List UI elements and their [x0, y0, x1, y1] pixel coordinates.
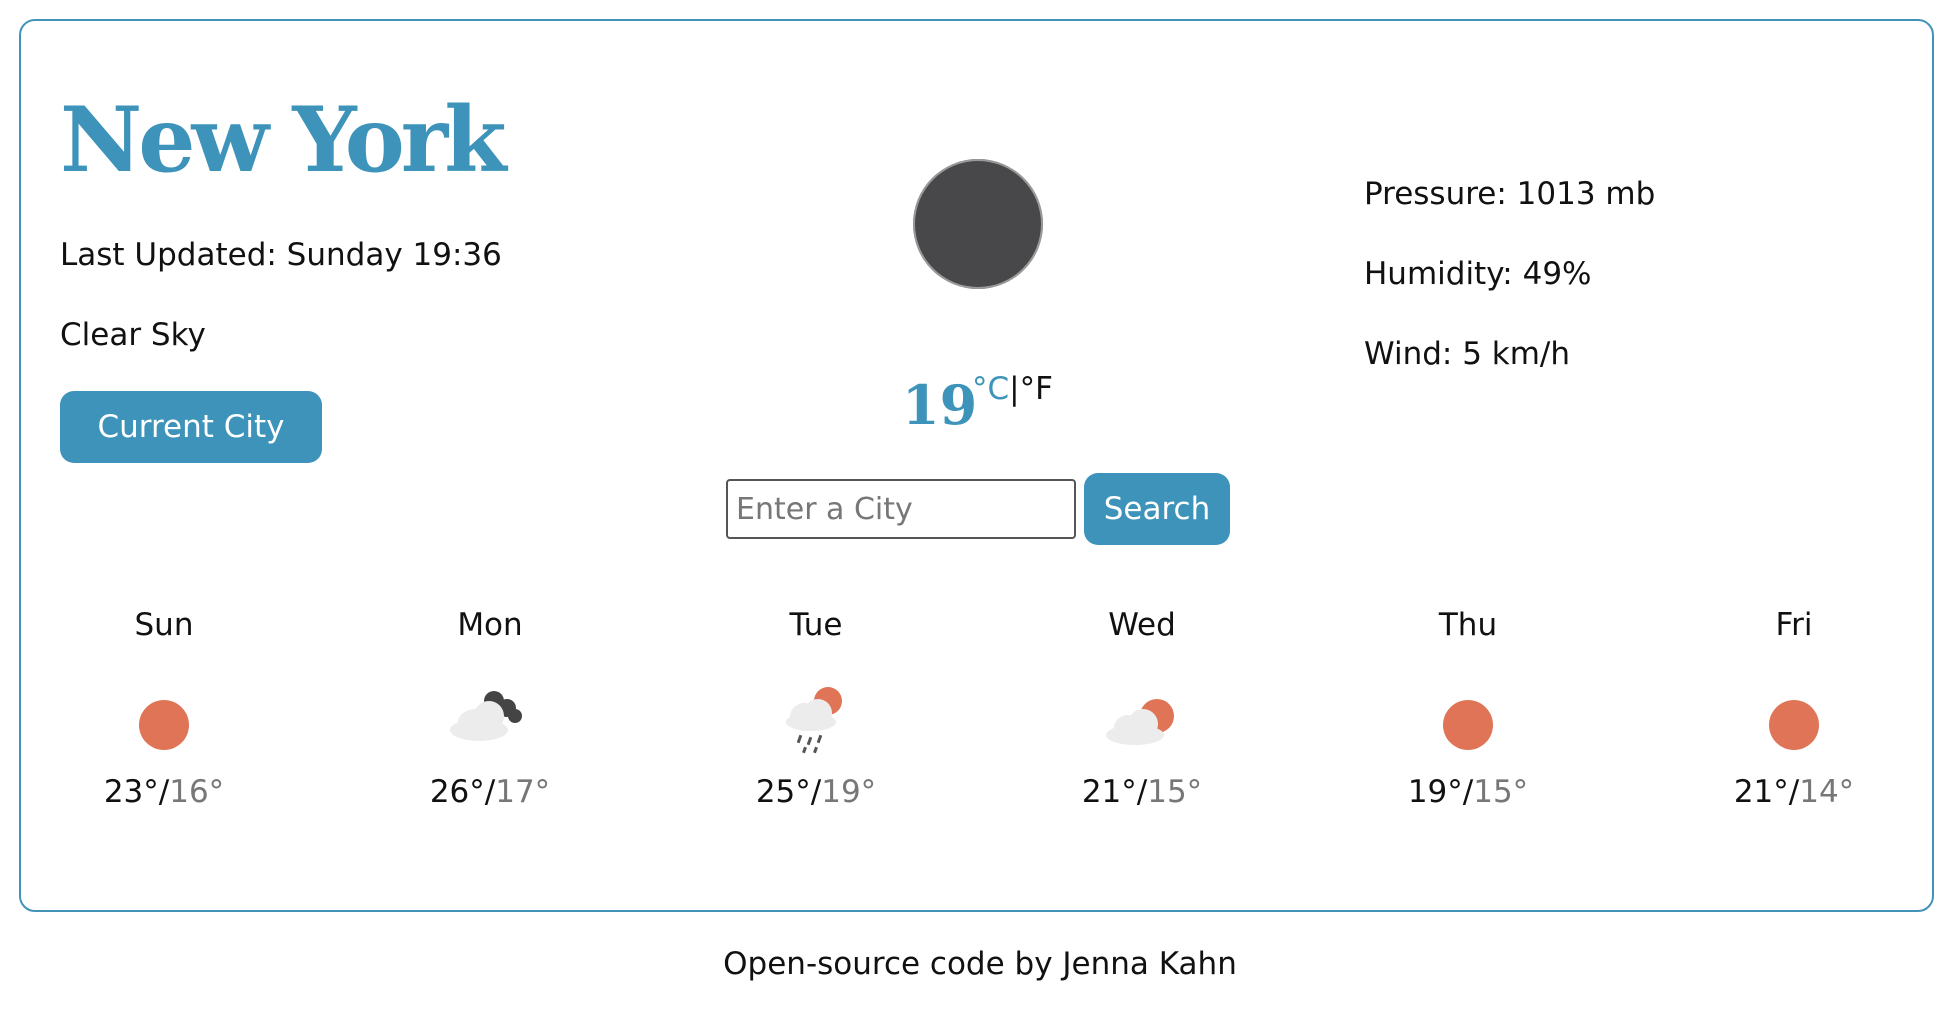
last-updated: Last Updated: Sunday 19:36 — [60, 237, 502, 273]
wind: Wind: 5 km/h — [1364, 336, 1571, 372]
broken-clouds-icon — [450, 685, 530, 765]
forecast-max: 21° — [1081, 774, 1137, 810]
weather-description: Clear Sky — [60, 317, 206, 353]
forecast-day-thu: Thu 19°/15° — [1368, 610, 1568, 808]
footer-credit[interactable]: Open-source code by Jenna Kahn — [0, 946, 1960, 982]
temperature-value: 19 — [902, 373, 978, 437]
current-city-button[interactable]: Current City — [60, 391, 322, 463]
forecast-min: 16° — [169, 774, 225, 810]
forecast-max: 19° — [1407, 774, 1463, 810]
fahrenheit-link[interactable]: °F — [1020, 371, 1053, 407]
city-search-input[interactable] — [726, 479, 1076, 539]
forecast-temps: 21°/14° — [1694, 777, 1894, 808]
forecast-sep: / — [810, 774, 822, 810]
forecast-day-name: Thu — [1438, 607, 1498, 643]
forecast-max: 23° — [103, 774, 159, 810]
forecast-day-name: Fri — [1775, 607, 1813, 643]
partly-cloudy-icon — [1102, 685, 1182, 765]
forecast-day-fri: Fri 21°/14° — [1694, 610, 1894, 808]
forecast-sep: / — [158, 774, 170, 810]
forecast-temps: 21°/15° — [1042, 777, 1242, 808]
sun-icon — [1754, 685, 1834, 765]
forecast-min: 19° — [821, 774, 877, 810]
forecast-min: 15° — [1147, 774, 1203, 810]
forecast-sep: / — [484, 774, 496, 810]
forecast-sep: / — [1462, 774, 1474, 810]
forecast-day-name: Tue — [789, 607, 843, 643]
forecast-min: 17° — [495, 774, 551, 810]
forecast-max: 26° — [429, 774, 485, 810]
forecast-temps: 19°/15° — [1368, 777, 1568, 808]
forecast-day-name: Sun — [134, 607, 194, 643]
forecast-day-sun: Sun 23°/16° — [64, 610, 264, 808]
celsius-link[interactable]: °C — [972, 371, 1009, 407]
forecast-temps: 25°/19° — [716, 777, 916, 808]
forecast-day-mon: Mon 26°/17° — [390, 610, 590, 808]
sun-icon — [1428, 685, 1508, 765]
search-button[interactable]: Search — [1084, 473, 1230, 545]
forecast-temps: 23°/16° — [64, 777, 264, 808]
forecast-min: 15° — [1473, 774, 1529, 810]
unit-separator: | — [1009, 371, 1020, 407]
unit-toggle: °C|°F — [972, 374, 1053, 405]
clear-night-icon — [913, 159, 1043, 289]
forecast-temps: 26°/17° — [390, 777, 590, 808]
forecast-day-tue: Tue 25°/19° — [716, 610, 916, 808]
humidity: Humidity: 49% — [1364, 256, 1592, 292]
forecast-min: 14° — [1799, 774, 1855, 810]
forecast-max: 25° — [755, 774, 811, 810]
forecast-day-name: Mon — [457, 607, 523, 643]
sun-icon — [124, 685, 204, 765]
city-name: New York — [60, 87, 507, 193]
forecast-sep: / — [1788, 774, 1800, 810]
forecast-sep: / — [1136, 774, 1148, 810]
rain-icon — [776, 685, 856, 765]
pressure: Pressure: 1013 mb — [1364, 176, 1656, 212]
forecast-max: 21° — [1733, 774, 1789, 810]
forecast-day-name: Wed — [1108, 607, 1176, 643]
forecast-day-wed: Wed 21°/15° — [1042, 610, 1242, 808]
